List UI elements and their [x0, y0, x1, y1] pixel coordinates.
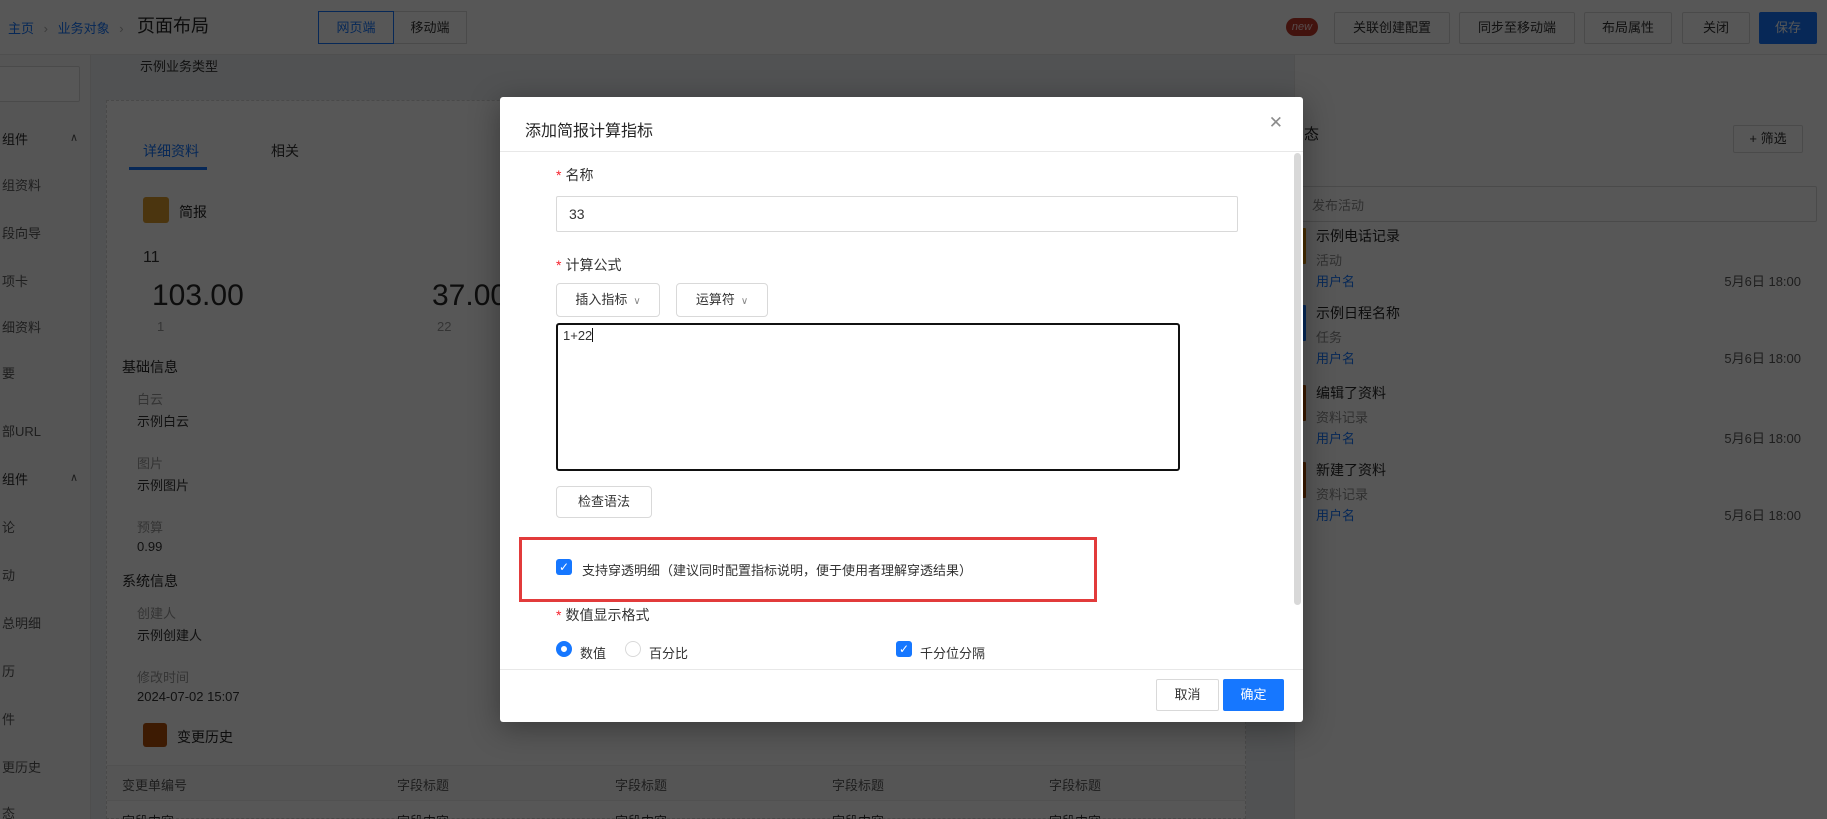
text-cursor: [592, 328, 593, 342]
radio-number[interactable]: [556, 641, 572, 657]
required-asterisk: *: [556, 167, 561, 183]
thousands-separator-label: 千分位分隔: [920, 643, 985, 662]
required-asterisk: *: [556, 257, 561, 273]
radio-percent[interactable]: [625, 641, 641, 657]
insert-metric-dropdown[interactable]: 插入指标∨: [556, 283, 660, 317]
drill-through-checkbox[interactable]: ✓: [556, 559, 572, 575]
page: 主页 › 业务对象 › 页面布局 网页端 移动端 new 关联创建配置 同步至移…: [0, 0, 1827, 819]
formula-textarea[interactable]: 1+22: [556, 323, 1180, 471]
formula-field-label: *计算公式: [556, 255, 621, 275]
name-field-label: *名称: [556, 165, 593, 185]
chevron-down-icon: ∨: [741, 296, 748, 307]
check-syntax-button[interactable]: 检查语法: [556, 486, 652, 518]
thousands-separator-checkbox[interactable]: ✓: [896, 641, 912, 657]
radio-number-label: 数值: [580, 643, 606, 662]
cancel-button[interactable]: 取消: [1156, 679, 1219, 711]
divider: [500, 669, 1303, 670]
operator-dropdown[interactable]: 运算符∨: [676, 283, 768, 317]
dialog-title: 添加简报计算指标: [525, 117, 653, 141]
required-asterisk: *: [556, 607, 561, 623]
divider: [500, 151, 1303, 152]
confirm-button[interactable]: 确定: [1223, 679, 1284, 711]
modal-scrollbar-thumb[interactable]: [1294, 153, 1301, 605]
radio-percent-label: 百分比: [649, 643, 688, 662]
add-report-metric-dialog: 添加简报计算指标 ✕ *名称 *计算公式 插入指标∨ 运算符∨ 1+22 检查语…: [500, 97, 1303, 722]
drill-through-label: 支持穿透明细（建议同时配置指标说明，便于使用者理解穿透结果）: [582, 560, 972, 579]
chevron-down-icon: ∨: [633, 296, 640, 307]
close-icon[interactable]: ✕: [1269, 113, 1283, 133]
number-format-label: *数值显示格式: [556, 605, 649, 625]
metric-name-input[interactable]: [556, 196, 1238, 232]
formula-text: 1+22: [563, 328, 592, 343]
